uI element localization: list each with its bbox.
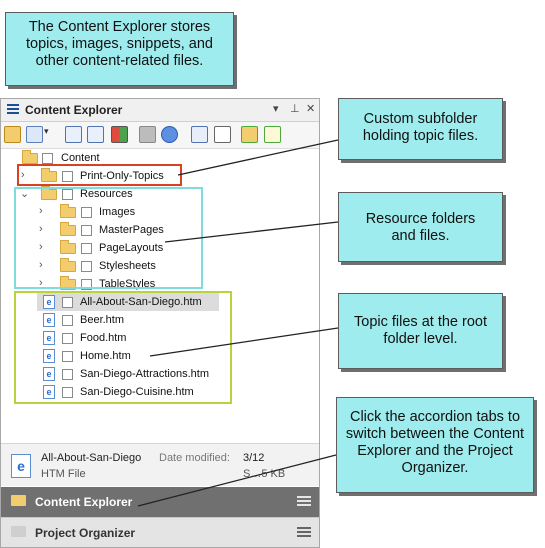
view-dropdown-icon[interactable]: ▾ <box>44 126 52 143</box>
new-item-icon[interactable] <box>264 126 281 143</box>
refresh-icon[interactable] <box>161 126 178 143</box>
grid-view-icon[interactable] <box>111 126 128 143</box>
folder-icon <box>11 526 26 537</box>
search-file-icon[interactable] <box>214 126 231 143</box>
hamburger-icon[interactable] <box>297 496 311 508</box>
highlight-topic-files <box>14 291 232 404</box>
callout-accordion: Click the accordion tabs to switch betwe… <box>336 397 534 493</box>
details-name: All-About-San-Diego <box>41 452 142 464</box>
file-htm-icon: e <box>11 454 31 478</box>
file-details-pane: e All-About-San-Diego Date modified: 3/1… <box>1 443 319 486</box>
details-type: HTM File <box>41 468 86 480</box>
accordion-label: Project Organizer <box>35 526 136 540</box>
details-size: S…5 KB <box>243 468 286 480</box>
highlight-resources <box>14 187 203 289</box>
callout-topic-files: Topic files at the root folder level. <box>338 293 503 369</box>
menu-icon[interactable] <box>7 104 19 116</box>
callout-custom-subfolder: Custom subfolder holding topic files. <box>338 98 503 160</box>
accordion-label: Content Explorer <box>35 495 133 509</box>
pin-icon[interactable]: ⊥ <box>290 102 300 115</box>
open-folder-icon[interactable] <box>4 126 21 143</box>
properties-icon[interactable] <box>191 126 208 143</box>
callout-top: The Content Explorer stores topics, imag… <box>5 12 234 86</box>
highlight-print-only <box>17 164 182 186</box>
view-icon[interactable] <box>26 126 43 143</box>
details-date-label: Date modified: <box>159 452 230 464</box>
tag-icon[interactable] <box>139 126 156 143</box>
checkbox-icon[interactable] <box>42 153 53 164</box>
folder-icon <box>11 495 26 506</box>
callout-resources: Resource folders and files. <box>338 192 503 262</box>
hamburger-icon[interactable] <box>297 527 311 539</box>
panel-title: Content Explorer <box>25 103 123 117</box>
folder-icon <box>22 150 38 164</box>
tree-label: Content <box>61 152 100 164</box>
paste-icon[interactable] <box>87 126 104 143</box>
panel-toolbar: ▾ <box>1 122 319 149</box>
accordion-tab-content-explorer[interactable]: Content Explorer <box>1 487 319 517</box>
new-folder-icon[interactable] <box>241 126 258 143</box>
panel-titlebar: Content Explorer ▾ ⊥ ✕ <box>1 99 319 122</box>
close-icon[interactable]: ✕ <box>306 102 315 115</box>
dropdown-icon[interactable]: ▾ <box>273 102 279 115</box>
accordion-tab-project-organizer[interactable]: Project Organizer <box>1 517 319 547</box>
copy-icon[interactable] <box>65 126 82 143</box>
details-date-value: 3/12 <box>243 452 265 464</box>
